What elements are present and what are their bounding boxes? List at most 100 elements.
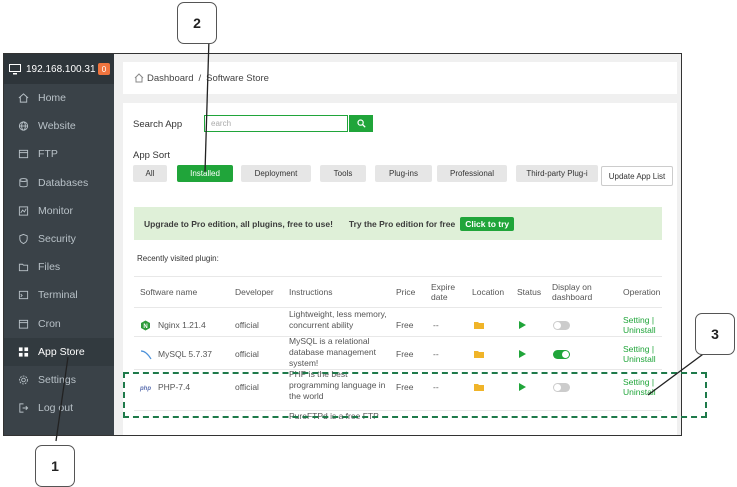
sidebar-item-app-store[interactable]: App Store — [4, 337, 114, 366]
server-ip: 192.168.100.31 — [26, 63, 96, 75]
row-divider — [134, 369, 662, 370]
column-header: Expire date — [431, 282, 456, 302]
monitor-icon — [9, 63, 21, 74]
sidebar-item-log-out[interactable]: Log out — [4, 394, 114, 422]
instructions-line: database management — [289, 347, 376, 357]
update-app-list-button[interactable]: Update App List — [601, 166, 673, 186]
nginx-icon: N — [140, 320, 151, 333]
sidebar-item-settings[interactable]: Settings — [4, 366, 114, 394]
sidebar-item-label: Website — [38, 120, 76, 133]
price: Free — [396, 349, 414, 359]
setting-link[interactable]: Setting | — [623, 315, 654, 325]
instructions-line: concurrent ability — [289, 320, 354, 330]
gear-icon — [18, 374, 29, 385]
sidebar-item-databases[interactable]: Databases — [4, 169, 114, 197]
column-header: Software name — [140, 287, 198, 297]
sidebar-item-files[interactable]: Files — [4, 253, 114, 281]
callout-2: 2 — [177, 2, 217, 44]
server-header: 192.168.100.31 0 — [4, 54, 114, 84]
setting-link[interactable]: Setting | — [623, 344, 654, 354]
callout-3: 3 — [695, 313, 735, 355]
display-on-dashboard-toggle[interactable] — [553, 321, 570, 330]
sidebar-item-label: FTP — [38, 148, 58, 161]
app-sort-label: App Sort — [133, 150, 170, 161]
sort-button-all[interactable]: All — [133, 165, 167, 182]
column-header: Price — [396, 287, 416, 297]
click-to-try-button[interactable]: Click to try — [460, 216, 515, 231]
sidebar-item-label: App Store — [38, 345, 85, 358]
home-icon — [134, 73, 144, 83]
toggle-knob — [554, 322, 561, 329]
uninstall-link[interactable]: Uninstall — [623, 325, 656, 335]
column-header: Instructions — [289, 287, 333, 297]
uninstall-link[interactable]: Uninstall — [623, 354, 656, 364]
sidebar-item-label: Terminal — [38, 289, 78, 302]
instructions-line: MySQL is a relational — [289, 336, 370, 346]
breadcrumb-separator: / — [198, 72, 202, 84]
price: Free — [396, 320, 414, 330]
sidebar-item-label: Monitor — [38, 204, 74, 217]
search-label: Search App — [133, 119, 183, 130]
sort-button-installed[interactable]: Installed — [177, 165, 233, 182]
sidebar-item-label: Home — [38, 92, 67, 105]
sidebar-item-monitor[interactable]: Monitor — [4, 197, 114, 225]
column-header: Status — [517, 287, 542, 297]
sidebar-item-ftp[interactable]: FTP — [4, 140, 114, 168]
terminal-icon — [18, 290, 29, 301]
monitor-icon — [18, 205, 29, 216]
column-header: Display on dashboard — [552, 282, 593, 302]
sidebar-item-label: Security — [38, 233, 76, 246]
status-play-icon[interactable] — [519, 350, 526, 360]
sidebar-item-security[interactable]: Security — [4, 225, 114, 253]
highlight-box — [123, 372, 707, 418]
ftp-icon — [18, 149, 29, 160]
sidebar-menu: Home Website FTP Databases Monitor Security Fi… — [4, 84, 114, 422]
sidebar-item-cron[interactable]: Cron — [4, 310, 114, 338]
row-divider — [134, 307, 662, 308]
sort-button-third-party-plug-i[interactable]: Third-party Plug-i — [516, 165, 598, 182]
sidebar-item-label: Log out — [38, 402, 74, 415]
folder-icon — [18, 262, 29, 273]
logout-icon — [18, 403, 29, 414]
sidebar-item-label: Files — [38, 261, 61, 274]
callout-1: 1 — [35, 445, 75, 487]
column-header: Location — [472, 287, 505, 297]
clock-icon — [18, 318, 29, 329]
shield-icon — [18, 233, 29, 245]
software-name[interactable]: MySQL 5.7.37 — [158, 349, 212, 359]
display-on-dashboard-toggle[interactable] — [553, 350, 570, 359]
folder-icon[interactable] — [474, 350, 484, 360]
search-input[interactable]: earch — [204, 115, 348, 132]
sort-button-deployment[interactable]: Deployment — [241, 165, 311, 182]
grid-icon — [18, 346, 29, 357]
promo-text: Upgrade to Pro edition, all plugins, fre… — [144, 218, 333, 229]
expire-date: -- — [433, 349, 439, 359]
notification-badge[interactable]: 0 — [98, 63, 110, 75]
sidebar-item-home[interactable]: Home — [4, 84, 114, 112]
column-header: Developer — [235, 287, 274, 297]
database-icon — [18, 177, 29, 188]
software-name[interactable]: Nginx 1.21.4 — [158, 320, 206, 330]
globe-icon — [18, 121, 29, 132]
folder-icon[interactable] — [474, 321, 484, 331]
developer: official — [235, 320, 259, 330]
instructions-line: Lightweight, less memory, — [289, 309, 387, 319]
breadcrumb-dashboard[interactable]: Dashboard — [147, 73, 193, 84]
sort-button-tools[interactable]: Tools — [320, 165, 366, 182]
home-icon — [18, 93, 29, 104]
instructions-line: system! — [289, 358, 319, 368]
breadcrumb: Dashboard / Software Store — [123, 62, 677, 94]
status-play-icon[interactable] — [519, 321, 526, 331]
expire-date: -- — [433, 320, 439, 330]
sort-button-plug-ins[interactable]: Plug-ins — [375, 165, 432, 182]
sidebar-item-label: Settings — [38, 373, 76, 386]
search-icon — [356, 119, 366, 128]
toggle-knob — [562, 351, 569, 358]
sidebar-item-terminal[interactable]: Terminal — [4, 281, 114, 309]
search-button[interactable] — [349, 115, 373, 132]
promo-try-text: Try the Pro edition for free — [348, 218, 456, 229]
breadcrumb-current: Software Store — [206, 72, 269, 84]
row-divider — [134, 336, 662, 337]
sidebar-item-website[interactable]: Website — [4, 112, 114, 140]
sort-button-professional[interactable]: Professional — [437, 165, 507, 182]
